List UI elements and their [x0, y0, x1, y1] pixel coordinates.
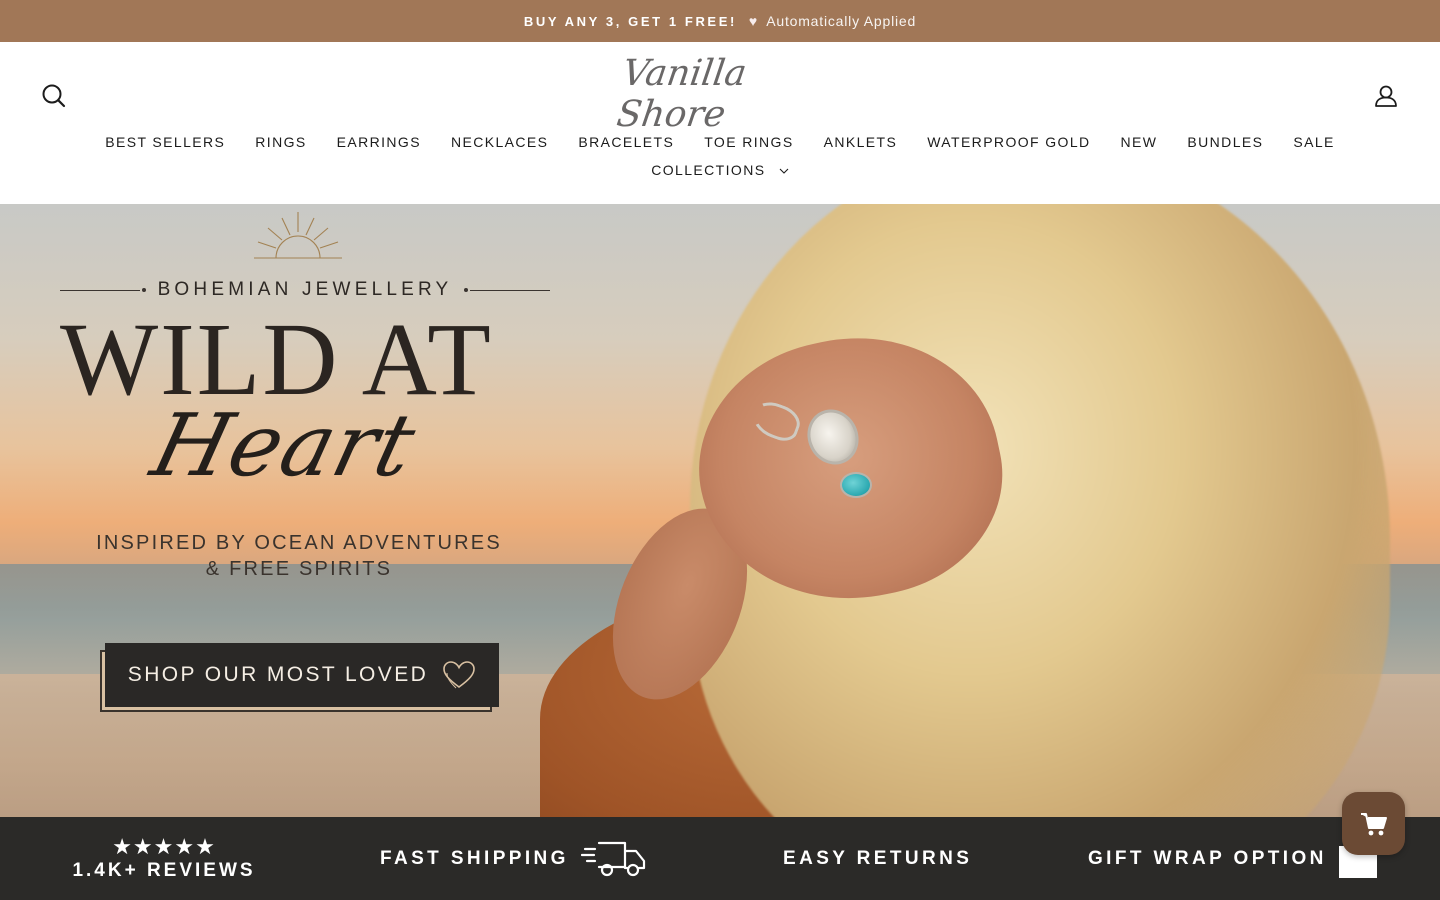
nav-best-sellers[interactable]: BEST SELLERS — [90, 134, 240, 150]
easy-returns-badge: EASY RETURNS — [783, 817, 972, 900]
nav-sale[interactable]: SALE — [1278, 134, 1349, 150]
hero-text-block: BOHEMIAN JEWELLERY WILD AT Heart INSPIRE… — [60, 204, 560, 817]
nav-toe-rings[interactable]: TOE RINGS — [689, 134, 808, 150]
hero-subtitle: INSPIRED BY OCEAN ADVENTURES & FREE SPIR… — [60, 530, 538, 582]
fast-shipping-label: FAST SHIPPING — [380, 847, 569, 869]
nav-waterproof-gold[interactable]: WATERPROOF GOLD — [912, 134, 1105, 150]
heart-icon: ♥ — [748, 13, 759, 29]
cart-button[interactable] — [1342, 792, 1405, 855]
nav-collections-label: COLLECTIONS — [651, 162, 766, 178]
truck-icon — [580, 841, 645, 876]
announcement-offer[interactable]: BUY ANY 3, GET 1 FREE! — [524, 14, 737, 29]
nav-bracelets[interactable]: BRACELETS — [563, 134, 689, 150]
easy-returns-label: EASY RETURNS — [783, 847, 973, 869]
announcement-bar: BUY ANY 3, GET 1 FREE! ♥ Automatically A… — [0, 0, 1440, 42]
main-nav: BEST SELLERS RINGS EARRINGS NECKLACES BR… — [0, 130, 1440, 154]
eyebrow-dot-right — [464, 288, 469, 292]
fast-shipping-badge: FAST SHIPPING — [380, 817, 649, 900]
hero-banner[interactable]: BOHEMIAN JEWELLERY WILD AT Heart INSPIRE… — [0, 204, 1440, 817]
hero-subtitle-line1: INSPIRED BY OCEAN ADVENTURES — [96, 532, 502, 554]
eyebrow-rule-right — [470, 289, 550, 291]
cta-label: SHOP OUR MOST LOVED — [127, 663, 429, 686]
eyebrow-rule-left — [60, 289, 140, 291]
shop-most-loved-button[interactable]: SHOP OUR MOST LOVED — [105, 643, 499, 707]
hero-eyebrow: BOHEMIAN JEWELLERY — [157, 279, 453, 300]
heart-icon — [442, 660, 476, 690]
site-logo[interactable]: Vanilla Shore — [614, 53, 824, 135]
announcement-note: Automatically Applied — [766, 13, 917, 29]
rating-stars: ★★★★★ — [112, 833, 216, 859]
nav-bundles[interactable]: BUNDLES — [1172, 134, 1278, 150]
gift-wrap-badge: GIFT WRAP OPTION — [1088, 817, 1377, 900]
cart-icon — [1360, 812, 1387, 835]
reviews-count: 1.4K+ REVIEWS — [72, 859, 256, 881]
hero-script-title: Heart — [142, 396, 426, 496]
hero-ring-turquoise — [840, 472, 872, 498]
nav-collections[interactable]: COLLECTIONS — [636, 162, 804, 178]
nav-rings[interactable]: RINGS — [240, 134, 321, 150]
user-icon — [1375, 85, 1397, 107]
account-button[interactable] — [1372, 82, 1400, 110]
chevron-down-icon — [779, 168, 789, 175]
trust-bar: ★★★★★ 1.4K+ REVIEWS FAST SHIPPING EASY R… — [0, 817, 1440, 900]
nav-necklaces[interactable]: NECKLACES — [436, 134, 563, 150]
nav-anklets[interactable]: ANKLETS — [809, 134, 913, 150]
sun-icon — [254, 212, 342, 259]
hero-eyebrow-row: BOHEMIAN JEWELLERY — [60, 276, 550, 304]
gift-wrap-label: GIFT WRAP OPTION — [1088, 847, 1327, 869]
search-icon — [42, 84, 66, 108]
site-header: Vanilla Shore BEST SELLERS RINGS EARRING… — [0, 42, 1440, 204]
nav-earrings[interactable]: EARRINGS — [322, 134, 436, 150]
nav-new[interactable]: NEW — [1106, 134, 1173, 150]
search-button[interactable] — [40, 82, 68, 110]
reviews-badge[interactable]: ★★★★★ 1.4K+ REVIEWS — [72, 817, 256, 900]
eyebrow-dot-left — [141, 288, 146, 292]
hero-subtitle-line2: & FREE SPIRITS — [205, 558, 393, 580]
secondary-nav: COLLECTIONS — [0, 158, 1440, 182]
